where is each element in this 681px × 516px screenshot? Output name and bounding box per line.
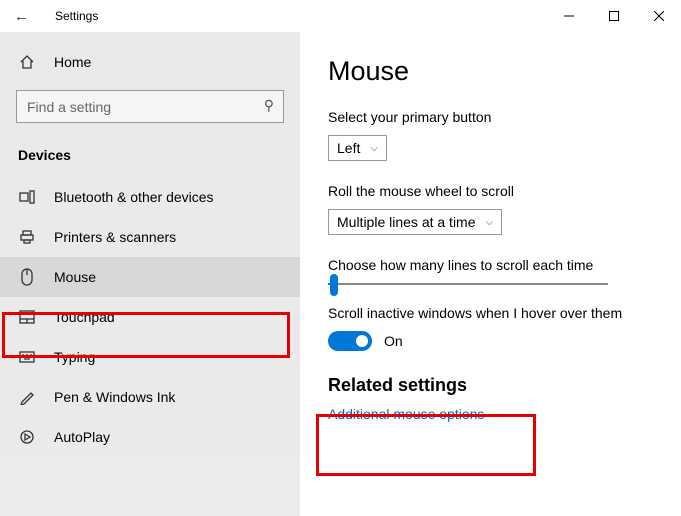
sidebar: Home ⚲ Devices Bluetooth & other devices…: [0, 32, 300, 516]
sidebar-item-printers[interactable]: Printers & scanners: [0, 217, 300, 257]
sidebar-item-label: Touchpad: [54, 309, 115, 325]
sidebar-item-label: Typing: [54, 349, 95, 365]
primary-button-select[interactable]: Left ⌵: [328, 135, 387, 161]
chevron-down-icon: ⌵: [486, 217, 494, 228]
hover-scroll-label: Scroll inactive windows when I hover ove…: [328, 305, 653, 321]
home-label: Home: [54, 54, 91, 70]
page-title: Mouse: [328, 56, 653, 87]
home-link[interactable]: Home: [0, 42, 300, 82]
sidebar-item-label: Mouse: [54, 269, 96, 285]
mouse-icon: [18, 268, 36, 286]
sidebar-item-autoplay[interactable]: AutoPlay: [0, 417, 300, 457]
sidebar-item-touchpad[interactable]: Touchpad: [0, 297, 300, 337]
minimize-button[interactable]: [546, 1, 591, 31]
devices-icon: [18, 190, 36, 204]
search-input[interactable]: [16, 90, 284, 123]
additional-mouse-options-link[interactable]: Additional mouse options: [328, 406, 653, 422]
wheel-scroll-label: Roll the mouse wheel to scroll: [328, 183, 653, 199]
sidebar-item-mouse[interactable]: Mouse: [0, 257, 300, 297]
toggle-state: On: [384, 333, 403, 349]
lines-scroll-label: Choose how many lines to scroll each tim…: [328, 257, 653, 273]
titlebar: ← Settings: [0, 0, 681, 32]
back-button[interactable]: ←: [6, 8, 37, 25]
settings-window: ← Settings Home ⚲ Devices Bluetooth & ot…: [0, 0, 681, 516]
touchpad-icon: [18, 310, 36, 324]
hover-scroll-toggle[interactable]: [328, 331, 372, 351]
printer-icon: [18, 229, 36, 245]
primary-button-label: Select your primary button: [328, 109, 653, 125]
slider-thumb[interactable]: [330, 274, 338, 296]
lines-scroll-slider[interactable]: [328, 283, 608, 285]
group-title: Devices: [0, 141, 300, 177]
pen-icon: [18, 389, 36, 405]
sidebar-item-pen[interactable]: Pen & Windows Ink: [0, 377, 300, 417]
maximize-button[interactable]: [591, 1, 636, 31]
search-icon: ⚲: [264, 97, 274, 114]
sidebar-item-label: Printers & scanners: [54, 229, 176, 245]
home-icon: [18, 54, 36, 70]
sidebar-item-label: AutoPlay: [54, 429, 110, 445]
keyboard-icon: [18, 351, 36, 363]
sidebar-item-label: Bluetooth & other devices: [54, 189, 214, 205]
select-value: Left: [337, 140, 360, 156]
select-value: Multiple lines at a time: [337, 214, 476, 230]
related-settings-title: Related settings: [328, 375, 653, 396]
sidebar-item-typing[interactable]: Typing: [0, 337, 300, 377]
sidebar-item-label: Pen & Windows Ink: [54, 389, 175, 405]
wheel-scroll-select[interactable]: Multiple lines at a time ⌵: [328, 209, 502, 235]
chevron-down-icon: ⌵: [370, 143, 378, 154]
autoplay-icon: [18, 429, 36, 445]
window-controls: [546, 1, 681, 31]
window-title: Settings: [55, 9, 98, 23]
main-content: Mouse Select your primary button Left ⌵ …: [300, 32, 681, 516]
sidebar-item-bluetooth[interactable]: Bluetooth & other devices: [0, 177, 300, 217]
close-button[interactable]: [636, 1, 681, 31]
